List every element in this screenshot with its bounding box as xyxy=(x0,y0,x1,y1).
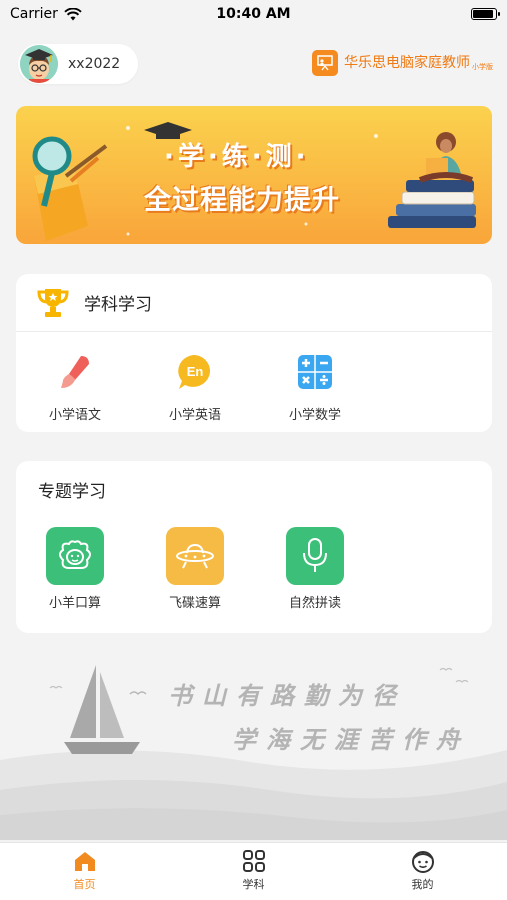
brand-name: 华乐思电脑家庭教师 xyxy=(344,55,470,71)
brand-edition: 小学版 xyxy=(472,63,493,71)
ufo-icon xyxy=(176,543,214,569)
topic-phonics-label: 自然拼读 xyxy=(288,596,341,611)
tab-home-label: 首页 xyxy=(73,878,96,891)
subject-english-button[interactable]: En 小学英语 xyxy=(150,350,240,423)
english-badge: En xyxy=(187,364,204,379)
topic-study-title: 专题学习 xyxy=(38,481,106,502)
header: xx2022 华乐思电脑家庭教师 小学版 xyxy=(18,44,493,86)
banner-tagline: ·学·练·测· xyxy=(164,142,310,172)
status-bar: Carrier 10:40 AM xyxy=(0,0,507,28)
tab-home[interactable]: 首页 xyxy=(0,843,169,900)
subject-study-card: 学科学习 小学语文 En 小学英语 小学数学 xyxy=(16,274,492,432)
username-label: xx2022 xyxy=(68,56,121,72)
subject-math-label: 小学数学 xyxy=(288,408,341,423)
trophy-icon xyxy=(37,288,69,317)
topic-ufo-math-button[interactable]: 飞碟速算 xyxy=(150,527,240,611)
topic-list: 小羊口算 飞碟速算 自然拼读 xyxy=(16,517,492,617)
subject-chinese-label: 小学语文 xyxy=(48,408,101,423)
poem-line-1: 书山有路勤为径 xyxy=(168,681,406,710)
banner-headline: 全过程能力提升 xyxy=(144,185,340,216)
subject-english-label: 小学英语 xyxy=(168,408,221,423)
subject-study-title: 学科学习 xyxy=(84,295,152,315)
brush-icon xyxy=(53,350,97,394)
tab-profile[interactable]: 我的 xyxy=(338,843,507,900)
topic-phonics-button[interactable]: 自然拼读 xyxy=(270,527,360,611)
topic-study-card: 专题学习 小羊口算 飞碟速算 自然拼读 xyxy=(16,461,492,633)
microphone-icon xyxy=(303,538,327,572)
poem-line-2: 学海无涯苦作舟 xyxy=(232,725,470,754)
subject-math-button[interactable]: 小学数学 xyxy=(270,350,360,423)
english-bubble-icon: En xyxy=(173,350,217,394)
subject-list: 小学语文 En 小学英语 小学数学 xyxy=(16,332,492,432)
teacher-board-icon xyxy=(317,55,333,71)
tab-subjects-label: 学科 xyxy=(242,878,265,891)
topic-study-header: 专题学习 xyxy=(16,461,492,517)
user-profile-button[interactable]: xx2022 xyxy=(18,44,138,84)
brand: 华乐思电脑家庭教师 小学版 xyxy=(312,50,493,76)
clock: 10:40 AM xyxy=(216,6,291,22)
tab-profile-label: 我的 xyxy=(411,878,434,891)
sheep-icon xyxy=(59,540,91,569)
avatar xyxy=(20,45,58,83)
battery-fill xyxy=(473,10,493,18)
brand-logo-icon xyxy=(312,50,338,76)
home-icon xyxy=(74,852,95,871)
tab-bar: 首页 学科 我的 xyxy=(0,842,507,900)
tab-subjects[interactable]: 学科 xyxy=(169,843,338,900)
banner-illustration xyxy=(32,122,476,241)
grid-icon xyxy=(242,850,265,872)
topic-ufo-math-label: 飞碟速算 xyxy=(168,596,221,611)
math-symbols-icon xyxy=(293,350,337,394)
topic-sheep-math-button[interactable]: 小羊口算 xyxy=(30,527,120,611)
promo-banner[interactable]: ·学·练·测· 全过程能力提升 xyxy=(16,106,492,244)
topic-sheep-math-label: 小羊口算 xyxy=(48,596,101,611)
face-icon xyxy=(411,851,434,873)
subject-study-header: 学科学习 xyxy=(16,274,492,332)
ufo-tile xyxy=(166,527,224,585)
student-avatar-icon xyxy=(20,45,58,83)
subject-chinese-button[interactable]: 小学语文 xyxy=(30,350,120,423)
microphone-tile xyxy=(286,527,344,585)
sheep-tile xyxy=(46,527,104,585)
battery-icon xyxy=(471,8,500,20)
